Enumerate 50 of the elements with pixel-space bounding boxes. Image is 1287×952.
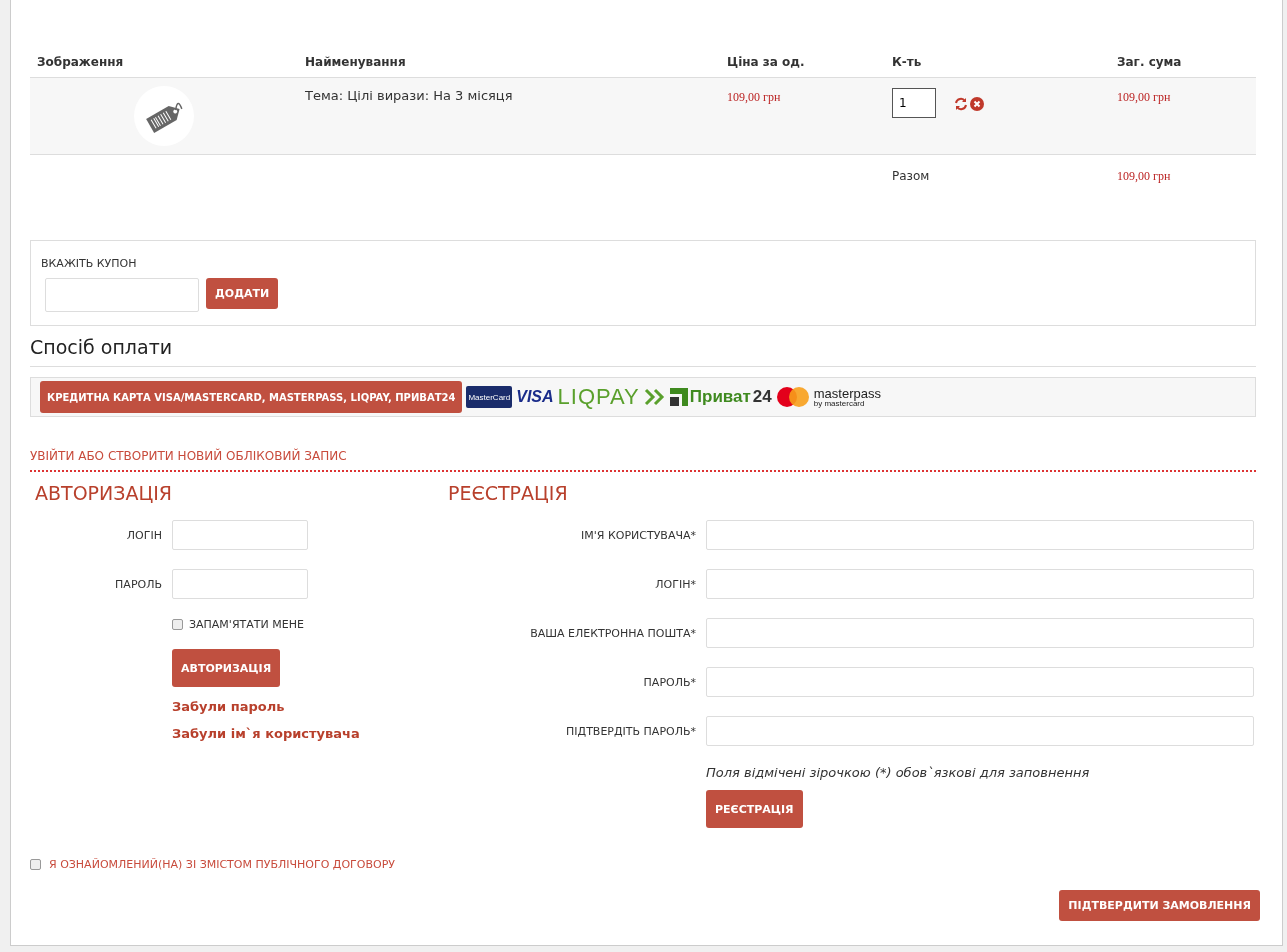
refresh-icon[interactable] [954, 97, 968, 111]
checkbox[interactable] [30, 859, 41, 870]
input-field[interactable] [706, 569, 1254, 599]
field-label: ПАРОЛЬ [114, 577, 162, 591]
add-button[interactable]: ДОДАТИ [206, 278, 279, 309]
field-label: ЛОГІН [125, 528, 162, 542]
total-value: 109,00 грн [1116, 168, 1172, 185]
payment-logo: LIQPAY [557, 384, 640, 410]
field-label: ЛОГІН* [654, 577, 696, 591]
required-note: Поля відмічені зірочкою (*) обов`язкові для заповнення [706, 765, 1091, 780]
quantity-field[interactable]: 1 [892, 88, 936, 118]
register-button[interactable]: РЕЄСТРАЦІЯ [706, 790, 803, 828]
login-button[interactable]: АВТОРИЗАЦІЯ [172, 649, 281, 687]
payment-method-button[interactable]: КРЕДИТНА КАРТА VISA/MASTERCARD, MASTERPASS, LIQPAY, ПРИВАТ24 [40, 381, 463, 413]
price-tag-icon [134, 86, 194, 146]
link[interactable]: Забули пароль [172, 699, 443, 714]
bank-logo-icon [669, 388, 688, 406]
checkbox-label: Я ОЗНАЙОМЛЕНИЙ(НА) ЗІ ЗМІСТОМ ПУБЛІЧНОГО ДОГОВОРУ [49, 858, 395, 871]
remove-icon[interactable] [970, 97, 984, 111]
input-field[interactable] [706, 618, 1254, 648]
card-logo: MasterCard [466, 386, 513, 408]
confirm-button[interactable]: ПІДТВЕРДИТИ ЗАМОВЛЕННЯ [1059, 890, 1260, 921]
card-logo: VISA [516, 388, 554, 406]
row-total: 109,00 грн [1110, 78, 1256, 155]
section-title: Спосіб оплати [30, 326, 1256, 367]
field-label: ІМ'Я КОРИСТУВАЧА* [580, 528, 696, 542]
input-field[interactable] [172, 520, 308, 550]
section-heading: УВІЙТИ АБО СТВОРИТИ НОВИЙ ОБЛІКОВИЙ ЗАПИС [30, 449, 1256, 472]
input-field[interactable] [706, 520, 1254, 550]
chevrons-icon [643, 388, 666, 406]
input-field[interactable] [172, 569, 308, 599]
input-field[interactable] [706, 667, 1254, 697]
coupon-label: ВКАЖІТЬ КУПОН [41, 257, 138, 270]
bank-name: Приват [689, 387, 751, 407]
wallet-name: masterpass [813, 386, 881, 400]
bank-number: 24 [752, 387, 772, 407]
coupon-field[interactable] [45, 278, 199, 312]
checkbox-label: ЗАПАМ'ЯТАТИ МЕНЕ [189, 618, 304, 631]
field-label: ВАША ЕЛЕКТРОННА ПОШТА* [529, 626, 696, 640]
product-name: Тема: Цілі вирази: На 3 місяця [298, 78, 720, 155]
link[interactable]: Забули ім`я користувача [172, 726, 443, 741]
field-label: ПАРОЛЬ* [642, 675, 696, 689]
field-label: ПІДТВЕРДІТЬ ПАРОЛЬ* [565, 724, 696, 738]
input-field[interactable] [706, 716, 1254, 746]
form-title: РЕЄСТРАЦІЯ [448, 482, 569, 504]
checkbox[interactable] [172, 619, 183, 630]
circles-logo-icon [775, 386, 810, 408]
form-title: АВТОРИЗАЦІЯ [35, 482, 173, 504]
total-label: Разом [891, 168, 931, 185]
unit-price: 109,00 грн [720, 78, 885, 155]
